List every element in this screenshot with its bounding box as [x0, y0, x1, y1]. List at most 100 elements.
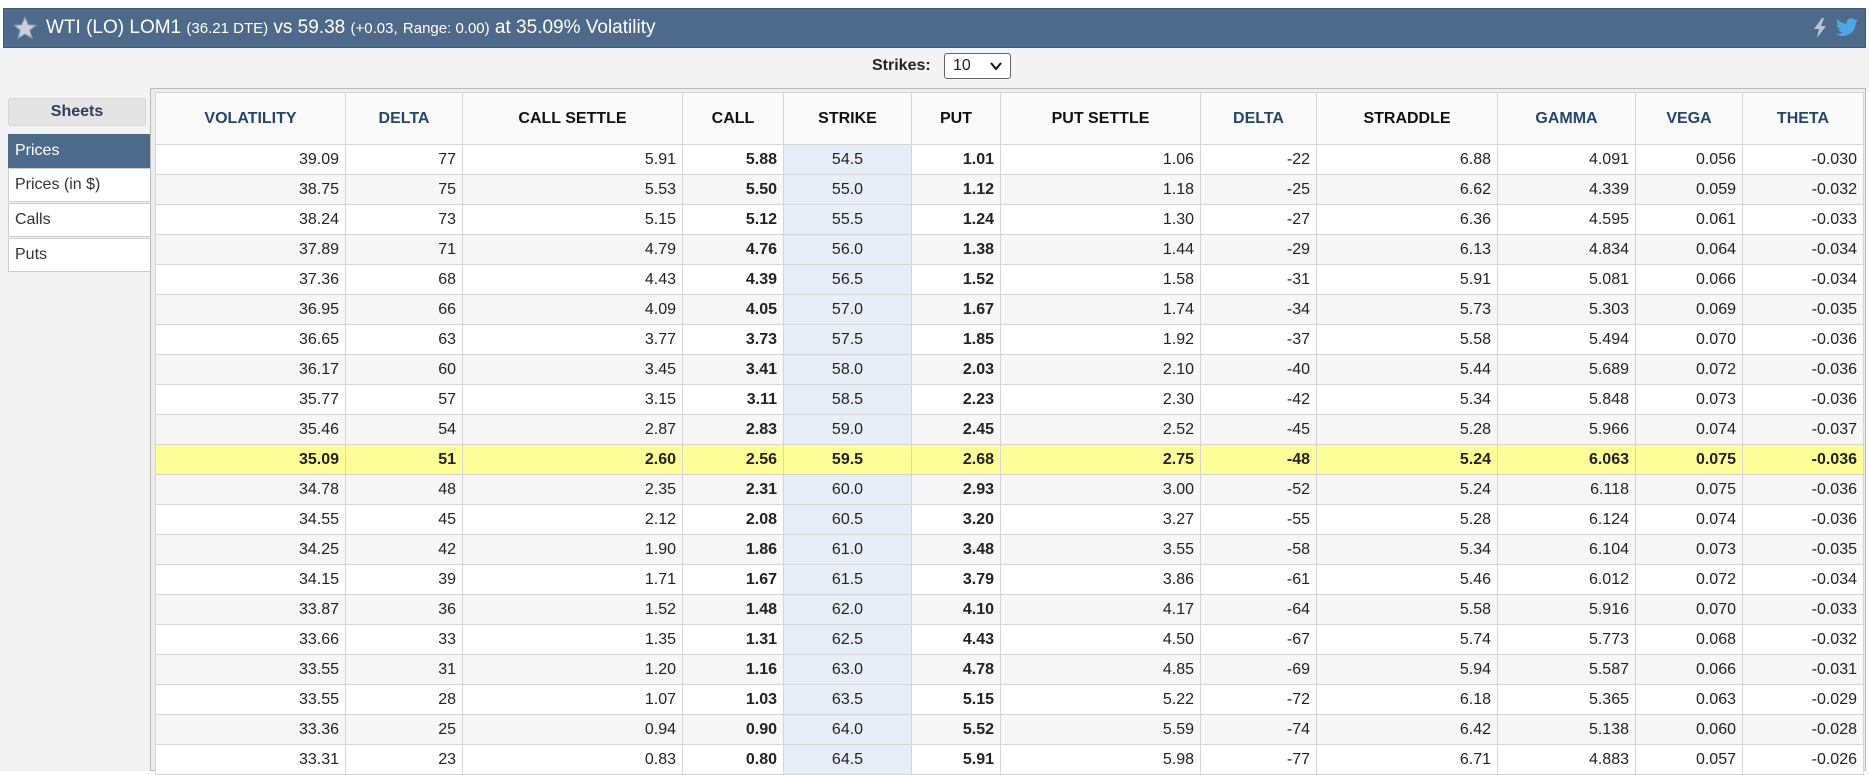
- col-header-call[interactable]: CALL: [682, 92, 784, 145]
- sheet-item-prices[interactable]: Prices: [8, 134, 150, 168]
- strike-cell: 56.5: [783, 264, 912, 295]
- put-settle-cell: 5.22: [1000, 684, 1201, 715]
- strike-cell: 62.5: [783, 624, 912, 655]
- put-delta-cell: -37: [1200, 324, 1317, 355]
- put-settle-cell: 2.52: [1000, 414, 1201, 445]
- strike-cell: 61.0: [783, 534, 912, 565]
- theta-cell: -0.035: [1742, 534, 1864, 565]
- put-delta-cell: -52: [1200, 474, 1317, 505]
- volatility-cell: 37.89: [155, 234, 346, 265]
- put-cell: 1.38: [911, 234, 1001, 265]
- call-cell: 1.03: [682, 684, 784, 715]
- put-settle-cell: 2.75: [1000, 444, 1201, 475]
- vega-cell: 0.075: [1635, 444, 1743, 475]
- call-settle-cell: 1.35: [462, 624, 683, 655]
- sheet-item-puts[interactable]: Puts: [8, 238, 150, 272]
- theta-cell: -0.036: [1742, 324, 1864, 355]
- table-body: 39.09 77 5.91 5.88 54.5 1.01 1.06 -22 6.88 4.091 0…: [155, 144, 1864, 775]
- col-header-call-delta[interactable]: DELTA: [345, 92, 463, 145]
- volatility-cell: 34.15: [155, 564, 346, 595]
- col-header-call-settle[interactable]: CALL SETTLE: [462, 92, 683, 145]
- put-cell: 1.24: [911, 204, 1001, 235]
- put-cell: 5.52: [911, 714, 1001, 745]
- call-delta-cell: 36: [345, 594, 463, 625]
- table-row: 35.09 51 2.60 2.56 59.5 2.68 2.75 -48 5.24 6.063 0…: [155, 444, 1864, 475]
- straddle-cell: 6.62: [1316, 174, 1498, 205]
- vega-cell: 0.066: [1635, 654, 1743, 685]
- call-settle-cell: 5.91: [462, 144, 683, 175]
- table-row: 36.65 63 3.77 3.73 57.5 1.85 1.92 -37 5.58 5.494 0…: [155, 324, 1864, 355]
- call-delta-cell: 68: [345, 264, 463, 295]
- put-settle-cell: 1.92: [1000, 324, 1201, 355]
- gamma-cell: 5.916: [1497, 594, 1636, 625]
- gamma-cell: 5.773: [1497, 624, 1636, 655]
- straddle-cell: 6.36: [1316, 204, 1498, 235]
- strike-cell: 56.0: [783, 234, 912, 265]
- call-settle-cell: 5.15: [462, 204, 683, 235]
- col-header-put-settle[interactable]: PUT SETTLE: [1000, 92, 1201, 145]
- twitter-icon[interactable]: [1835, 17, 1859, 39]
- volatility-cell: 35.09: [155, 444, 346, 475]
- sheet-item-calls[interactable]: Calls: [8, 203, 150, 237]
- col-header-volatility[interactable]: VOLATILITY: [155, 92, 346, 145]
- call-delta-cell: 48: [345, 474, 463, 505]
- call-cell: 5.50: [682, 174, 784, 205]
- call-delta-cell: 63: [345, 324, 463, 355]
- strike-cell: 54.5: [783, 144, 912, 175]
- col-header-theta[interactable]: THETA: [1742, 92, 1864, 145]
- col-header-vega[interactable]: VEGA: [1635, 92, 1743, 145]
- call-cell: 2.56: [682, 444, 784, 475]
- vega-cell: 0.057: [1635, 744, 1743, 775]
- strike-cell: 63.0: [783, 654, 912, 685]
- call-settle-cell: 2.12: [462, 504, 683, 535]
- volatility-cell: 36.65: [155, 324, 346, 355]
- call-cell: 4.76: [682, 234, 784, 265]
- straddle-cell: 5.28: [1316, 504, 1498, 535]
- vega-cell: 0.059: [1635, 174, 1743, 205]
- straddle-cell: 6.71: [1316, 744, 1498, 775]
- table-row: 33.55 31 1.20 1.16 63.0 4.78 4.85 -69 5.94 5.587 0…: [155, 654, 1864, 685]
- table-row: 34.25 42 1.90 1.86 61.0 3.48 3.55 -58 5.34 6.104 0…: [155, 534, 1864, 565]
- volatility-cell: 36.17: [155, 354, 346, 385]
- gamma-cell: 5.365: [1497, 684, 1636, 715]
- col-header-strike[interactable]: STRIKE: [783, 92, 912, 145]
- call-cell: 1.48: [682, 594, 784, 625]
- gamma-cell: 5.966: [1497, 414, 1636, 445]
- strikes-select[interactable]: 10: [944, 53, 1011, 79]
- col-header-put-delta[interactable]: DELTA: [1200, 92, 1317, 145]
- put-settle-cell: 5.59: [1000, 714, 1201, 745]
- volatility-cell: 33.31: [155, 744, 346, 775]
- straddle-cell: 5.73: [1316, 294, 1498, 325]
- strike-cell: 58.0: [783, 354, 912, 385]
- vega-cell: 0.074: [1635, 504, 1743, 535]
- dte-label: (36.21 DTE): [186, 20, 269, 37]
- straddle-cell: 5.24: [1316, 474, 1498, 505]
- call-cell: 2.08: [682, 504, 784, 535]
- star-icon[interactable]: [12, 15, 38, 41]
- call-delta-cell: 42: [345, 534, 463, 565]
- table-row: 33.31 23 0.83 0.80 64.5 5.91 5.98 -77 6.71 4.883 0…: [155, 744, 1864, 775]
- theta-cell: -0.033: [1742, 204, 1864, 235]
- put-cell: 1.85: [911, 324, 1001, 355]
- call-cell: 1.31: [682, 624, 784, 655]
- call-delta-cell: 33: [345, 624, 463, 655]
- vega-cell: 0.073: [1635, 384, 1743, 415]
- col-header-gamma[interactable]: GAMMA: [1497, 92, 1636, 145]
- col-header-straddle[interactable]: STRADDLE: [1316, 92, 1498, 145]
- table-row: 38.75 75 5.53 5.50 55.0 1.12 1.18 -25 6.62 4.339 0…: [155, 174, 1864, 205]
- gamma-cell: 6.104: [1497, 534, 1636, 565]
- col-header-put[interactable]: PUT: [911, 92, 1001, 145]
- call-delta-cell: 25: [345, 714, 463, 745]
- call-settle-cell: 2.35: [462, 474, 683, 505]
- put-cell: 2.03: [911, 354, 1001, 385]
- straddle-cell: 5.34: [1316, 384, 1498, 415]
- volatility-cell: 38.24: [155, 204, 346, 235]
- vega-cell: 0.060: [1635, 714, 1743, 745]
- volatility-cell: 33.55: [155, 654, 346, 685]
- theta-cell: -0.031: [1742, 654, 1864, 685]
- theta-cell: -0.036: [1742, 504, 1864, 535]
- sheet-item-prices-dollars[interactable]: Prices (in $): [8, 168, 150, 202]
- call-delta-cell: 77: [345, 144, 463, 175]
- theta-cell: -0.034: [1742, 234, 1864, 265]
- lightning-icon[interactable]: [1811, 17, 1829, 39]
